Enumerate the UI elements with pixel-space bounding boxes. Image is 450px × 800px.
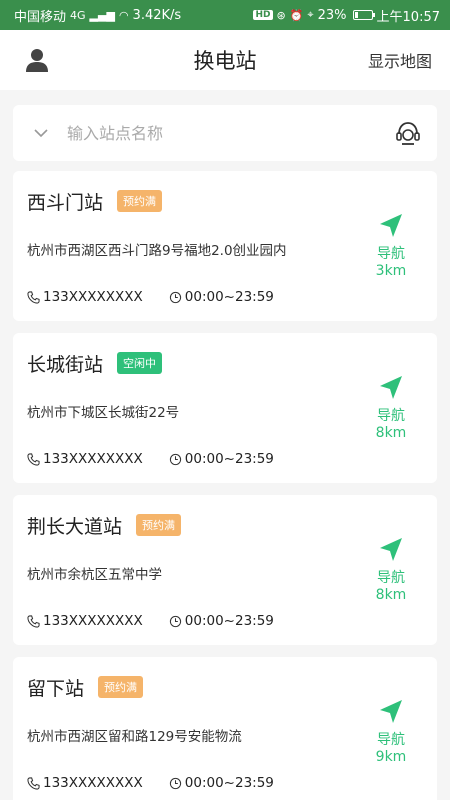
opening-hours: 00:00~23:59 bbox=[184, 451, 274, 467]
station-hours: 00:00~23:59 bbox=[169, 451, 274, 467]
station-phone[interactable]: 133XXXXXXXX bbox=[27, 451, 143, 467]
phone-icon bbox=[27, 452, 40, 466]
search-bar bbox=[13, 105, 437, 161]
status-badge: 空闲中 bbox=[117, 352, 163, 374]
clock-icon bbox=[169, 453, 181, 465]
station-distance: 8km bbox=[375, 587, 407, 603]
station-distance: 8km bbox=[375, 425, 407, 441]
sync-icon: ⊛ bbox=[276, 8, 286, 22]
alarm-icon: ⏰ bbox=[289, 8, 304, 22]
navigate-label: 导航 bbox=[377, 570, 405, 586]
station-card[interactable]: 留下站 预约满 杭州市西湖区留和路129号安能物流 133XXXXXXXX 00… bbox=[13, 657, 437, 800]
status-right: HD ⊛ ⏰ ⌖ 23% 上午10:57 bbox=[253, 6, 440, 25]
station-phone[interactable]: 133XXXXXXXX bbox=[27, 775, 143, 791]
battery-fill bbox=[354, 12, 359, 18]
navigation-arrow-icon bbox=[380, 538, 402, 561]
headset-icon[interactable] bbox=[393, 118, 423, 148]
carrier-name: 中国移动 bbox=[14, 9, 67, 25]
station-info-row: 133XXXXXXXX 00:00~23:59 bbox=[27, 775, 423, 791]
navigate-label: 导航 bbox=[377, 408, 405, 424]
navigation-arrow-icon bbox=[380, 700, 402, 723]
navigation-arrow-icon bbox=[380, 214, 402, 237]
station-card[interactable]: 西斗门站 预约满 杭州市西湖区西斗门路9号福地2.0创业园内 133XXXXXX… bbox=[13, 171, 437, 321]
clock-icon bbox=[169, 777, 181, 789]
station-list: 西斗门站 预约满 杭州市西湖区西斗门路9号福地2.0创业园内 133XXXXXX… bbox=[0, 171, 450, 800]
station-name: 长城街站 bbox=[27, 353, 104, 376]
station-hours: 00:00~23:59 bbox=[169, 775, 274, 791]
hd-icon: HD bbox=[253, 10, 273, 20]
navigate-button[interactable]: 导航 8km bbox=[361, 373, 421, 441]
station-name: 荆长大道站 bbox=[27, 515, 123, 538]
chevron-down-icon[interactable] bbox=[33, 125, 49, 141]
phone-icon bbox=[27, 776, 40, 790]
navigate-label: 导航 bbox=[377, 732, 405, 748]
show-map-button[interactable]: 显示地图 bbox=[368, 48, 432, 72]
station-distance: 9km bbox=[375, 749, 407, 765]
clock-icon bbox=[169, 291, 181, 303]
user-icon[interactable] bbox=[24, 47, 50, 73]
phone-number: 133XXXXXXXX bbox=[43, 613, 143, 629]
location-icon: ⌖ bbox=[307, 8, 314, 21]
station-name: 留下站 bbox=[27, 677, 85, 700]
station-name: 西斗门站 bbox=[27, 191, 104, 214]
navigate-button[interactable]: 导航 8km bbox=[361, 535, 421, 603]
signal-icon: ▂▄▆ bbox=[89, 8, 115, 22]
clock-icon bbox=[169, 615, 181, 627]
status-badge: 预约满 bbox=[117, 190, 163, 212]
wifi-icon: ◠ bbox=[118, 8, 129, 22]
station-info-row: 133XXXXXXXX 00:00~23:59 bbox=[27, 613, 423, 629]
net-type: 4G bbox=[70, 8, 86, 22]
phone-number: 133XXXXXXXX bbox=[43, 451, 143, 467]
station-phone[interactable]: 133XXXXXXXX bbox=[27, 613, 143, 629]
status-badge: 预约满 bbox=[136, 514, 182, 536]
phone-icon bbox=[27, 614, 40, 628]
station-card[interactable]: 长城街站 空闲中 杭州市下城区长城街22号 133XXXXXXXX 00:00~… bbox=[13, 333, 437, 483]
phone-icon bbox=[27, 290, 40, 304]
phone-number: 133XXXXXXXX bbox=[43, 775, 143, 791]
status-badge: 预约满 bbox=[98, 676, 144, 698]
status-left: 中国移动 4G ▂▄▆ ◠ 3.42K/s bbox=[14, 6, 181, 25]
navigate-button[interactable]: 导航 9km bbox=[361, 697, 421, 765]
clock-time: 上午10:57 bbox=[376, 9, 440, 25]
station-hours: 00:00~23:59 bbox=[169, 289, 274, 305]
station-hours: 00:00~23:59 bbox=[169, 613, 274, 629]
station-phone[interactable]: 133XXXXXXXX bbox=[27, 289, 143, 305]
phone-number: 133XXXXXXXX bbox=[43, 289, 143, 305]
station-card[interactable]: 荆长大道站 预约满 杭州市余杭区五常中学 133XXXXXXXX 00:00~2… bbox=[13, 495, 437, 645]
header-bar: 换电站 显示地图 bbox=[0, 30, 450, 90]
station-info-row: 133XXXXXXXX 00:00~23:59 bbox=[27, 289, 423, 305]
status-bar: 中国移动 4G ▂▄▆ ◠ 3.42K/s HD ⊛ ⏰ ⌖ 23% 上午10:… bbox=[0, 0, 450, 30]
battery-icon bbox=[352, 10, 375, 20]
battery-percent: 23% bbox=[317, 7, 347, 23]
navigate-label: 导航 bbox=[377, 246, 405, 262]
opening-hours: 00:00~23:59 bbox=[184, 289, 274, 305]
station-distance: 3km bbox=[375, 263, 407, 279]
network-speed: 3.42K/s bbox=[132, 7, 182, 23]
station-info-row: 133XXXXXXXX 00:00~23:59 bbox=[27, 451, 423, 467]
navigate-button[interactable]: 导航 3km bbox=[361, 211, 421, 279]
opening-hours: 00:00~23:59 bbox=[184, 775, 274, 791]
opening-hours: 00:00~23:59 bbox=[184, 613, 274, 629]
search-input[interactable] bbox=[67, 123, 393, 143]
navigation-arrow-icon bbox=[380, 376, 402, 399]
